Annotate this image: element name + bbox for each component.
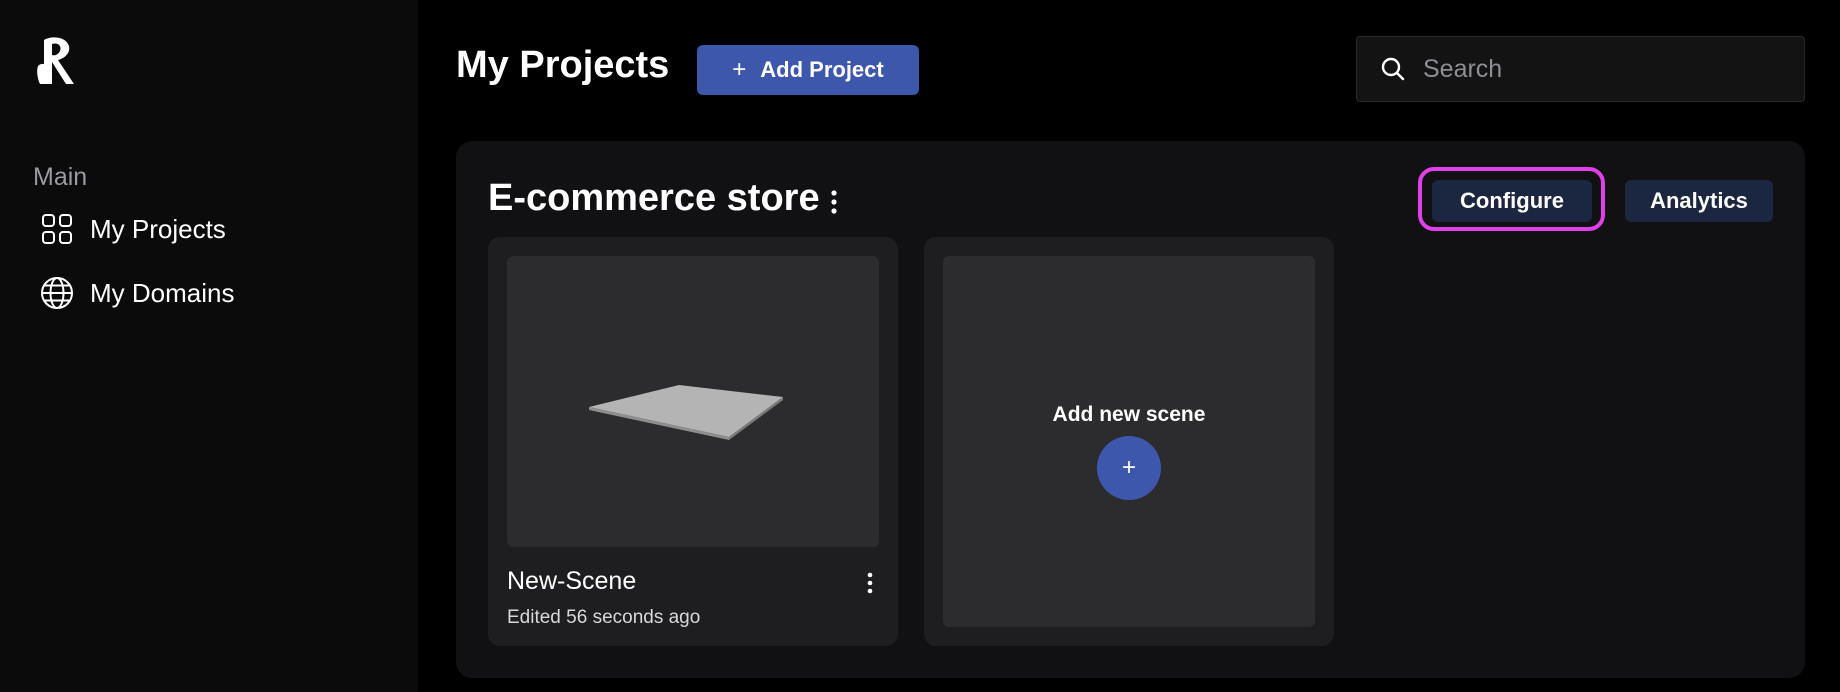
globe-icon bbox=[40, 276, 74, 310]
grid-icon bbox=[40, 212, 74, 246]
plus-icon: + bbox=[732, 56, 747, 83]
sidebar: Main My Projects My Domains bbox=[0, 0, 418, 692]
add-project-label: Add Project bbox=[760, 57, 884, 82]
add-scene-card: Add new scene + bbox=[924, 237, 1334, 646]
scene-name: New-Scene bbox=[507, 567, 637, 595]
add-project-button[interactable]: + Add Project bbox=[697, 45, 919, 95]
project-more-icon[interactable] bbox=[826, 188, 842, 216]
project-title: E-commerce store bbox=[488, 177, 820, 219]
sidebar-section-label: Main bbox=[33, 163, 88, 191]
scene-edited-time: Edited 56 seconds ago bbox=[507, 607, 701, 628]
project-panel: E-commerce store Configure Analytics New… bbox=[456, 141, 1805, 678]
plane-preview-icon bbox=[589, 385, 783, 440]
search-box[interactable] bbox=[1356, 36, 1805, 102]
app-root: Main My Projects My Domains My Projects … bbox=[0, 0, 1840, 692]
r-logo-icon[interactable] bbox=[36, 36, 78, 88]
sidebar-item-my-domains[interactable]: My Domains bbox=[40, 270, 380, 316]
search-input[interactable] bbox=[1423, 54, 1783, 84]
add-scene-area[interactable]: Add new scene + bbox=[943, 256, 1315, 627]
add-scene-button[interactable]: + bbox=[1097, 436, 1161, 500]
add-scene-label: Add new scene bbox=[1052, 403, 1206, 426]
scene-thumbnail[interactable] bbox=[507, 256, 879, 547]
configure-button[interactable]: Configure bbox=[1432, 180, 1592, 222]
analytics-button[interactable]: Analytics bbox=[1625, 180, 1773, 222]
sidebar-item-my-projects[interactable]: My Projects bbox=[40, 206, 380, 252]
search-icon bbox=[1379, 55, 1407, 83]
page-title: My Projects bbox=[456, 44, 670, 86]
scene-more-icon[interactable] bbox=[864, 571, 876, 595]
scene-card[interactable]: New-Scene Edited 56 seconds ago bbox=[488, 237, 898, 646]
sidebar-item-label: My Projects bbox=[90, 213, 226, 244]
sidebar-item-label: My Domains bbox=[90, 277, 235, 308]
